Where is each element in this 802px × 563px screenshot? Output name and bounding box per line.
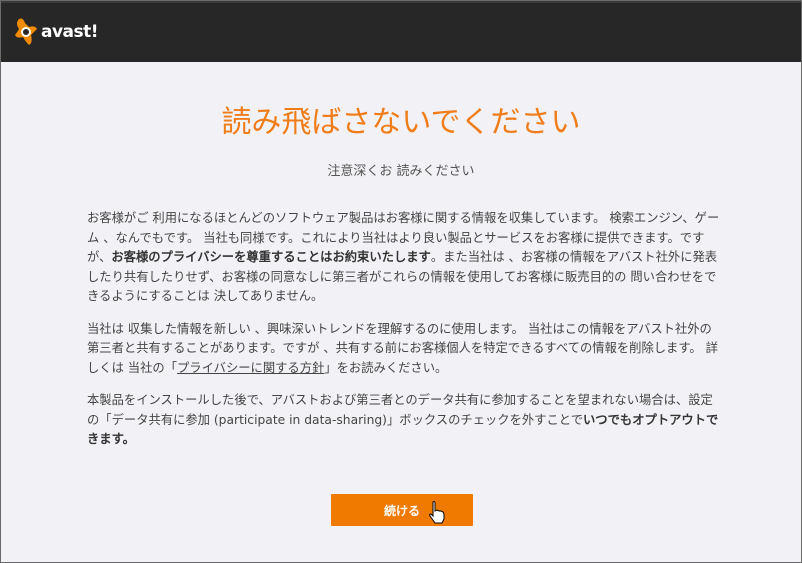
text: 」をお読みください。 — [324, 360, 448, 375]
page-title: 読み飛ばさないでください — [221, 105, 581, 140]
continue-button[interactable]: 続ける — [331, 494, 473, 526]
avast-logo-icon — [15, 18, 37, 45]
paragraph-data-collection: お客様がご 利用になるほとんどのソフトウェア製品はお客様に関する情報を収集してい… — [87, 209, 723, 307]
paragraph-data-sharing: 当社は 収集した情報を新しい 、興味深いトレンドを理解するのに使用します。 当社… — [87, 320, 723, 379]
paragraph-opt-out: 本製品をインストールした後で、アバストおよび第三者とのデータ共有に参加することを… — [87, 391, 723, 450]
bold-text: お客様のプライバシーを尊重することはお約束いたします — [111, 250, 431, 264]
logo-text: avast! — [41, 22, 99, 42]
avast-logo: avast! — [13, 17, 99, 47]
privacy-notice: お客様がご 利用になるほとんどのソフトウェア製品はお客様に関する情報を収集してい… — [87, 209, 723, 463]
hand-cursor-icon — [429, 501, 445, 524]
page-subtitle: 注意深くお 読みください — [327, 164, 475, 179]
privacy-policy-link[interactable]: プライバシーに関する方針 — [177, 361, 324, 375]
header-bar: avast! — [1, 1, 801, 62]
